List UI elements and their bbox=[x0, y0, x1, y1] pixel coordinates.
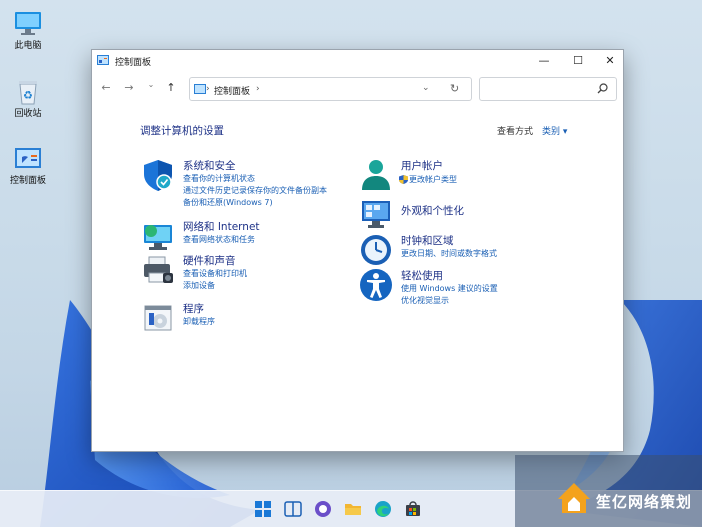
edge-icon[interactable] bbox=[373, 499, 393, 519]
desktop: 此电脑 ♻ 回收站 控制面板 控制面板 — ☐ ✕ ← → ⌄ ↑ › 控制面板… bbox=[0, 0, 702, 527]
category-link[interactable]: 使用 Windows 建议的设置 bbox=[401, 283, 498, 294]
category-link[interactable]: 备份和还原(Windows 7) bbox=[183, 197, 273, 208]
clock-icon bbox=[361, 235, 391, 265]
category-link[interactable]: 优化视觉显示 bbox=[401, 295, 449, 306]
category-user-accounts: 用户帐户 更改帐户类型 bbox=[359, 158, 579, 192]
title-bar[interactable]: 控制面板 — ☐ ✕ bbox=[92, 50, 623, 72]
breadcrumb-control-panel[interactable]: 控制面板 bbox=[214, 84, 250, 97]
desktop-icon-label: 此电脑 bbox=[14, 41, 42, 51]
chat-icon[interactable] bbox=[313, 499, 333, 519]
control-panel-icon bbox=[12, 145, 44, 173]
recent-locations-button[interactable]: ⌄ bbox=[144, 80, 158, 89]
category-link[interactable]: 添加设备 bbox=[183, 280, 215, 291]
back-button[interactable]: ← bbox=[99, 81, 113, 94]
category-link[interactable]: 通过文件历史记录保存你的文件备份副本 bbox=[183, 185, 327, 196]
category-title[interactable]: 外观和个性化 bbox=[401, 203, 464, 218]
control-panel-icon bbox=[97, 55, 109, 65]
programs-icon bbox=[144, 305, 172, 331]
watermark-text: 笙亿网络策划 bbox=[596, 493, 693, 511]
address-bar[interactable]: › 控制面板 › ⌄ ↻ bbox=[189, 77, 472, 101]
address-dropdown-button[interactable]: ⌄ bbox=[422, 83, 430, 93]
search-icon bbox=[597, 83, 608, 94]
category-title[interactable]: 程序 bbox=[183, 301, 204, 316]
search-input[interactable] bbox=[479, 77, 617, 101]
minimize-button[interactable]: — bbox=[528, 50, 560, 72]
control-panel-icon bbox=[194, 84, 206, 94]
svg-text:♻: ♻ bbox=[23, 89, 33, 102]
watermark-logo-icon bbox=[558, 483, 590, 513]
recycle-bin-icon: ♻ bbox=[12, 78, 44, 106]
category-title[interactable]: 系统和安全 bbox=[183, 158, 236, 173]
control-panel-window: 控制面板 — ☐ ✕ ← → ⌄ ↑ › 控制面板 › ⌄ ↻ 调整计算机的设置… bbox=[91, 49, 624, 452]
refresh-button[interactable]: ↻ bbox=[450, 82, 459, 95]
close-button[interactable]: ✕ bbox=[594, 50, 626, 72]
accessibility-icon bbox=[360, 269, 392, 301]
category-link[interactable]: 更改日期、时间或数字格式 bbox=[401, 248, 497, 259]
uac-shield-icon bbox=[399, 175, 408, 184]
store-icon[interactable] bbox=[403, 499, 423, 519]
category-title[interactable]: 轻松使用 bbox=[401, 268, 443, 283]
user-accounts-icon bbox=[362, 160, 390, 190]
desktop-icon-label: 回收站 bbox=[14, 109, 42, 119]
category-system-security: 系统和安全 查看你的计算机状态 通过文件历史记录保存你的文件备份副本 备份和还原… bbox=[141, 158, 361, 210]
category-title[interactable]: 用户帐户 bbox=[401, 158, 443, 173]
category-link[interactable]: 查看网络状态和任务 bbox=[183, 234, 255, 245]
category-link[interactable]: 查看设备和打印机 bbox=[183, 268, 247, 279]
category-link[interactable]: 查看你的计算机状态 bbox=[183, 173, 255, 184]
category-network-internet: 网络和 Internet 查看网络状态和任务 bbox=[141, 219, 361, 250]
desktop-icon-recycle-bin[interactable]: ♻ 回收站 bbox=[5, 78, 51, 120]
category-title[interactable]: 网络和 Internet bbox=[183, 219, 260, 234]
desktop-icon-this-pc[interactable]: 此电脑 bbox=[5, 10, 51, 52]
network-icon bbox=[144, 225, 172, 250]
page-title: 调整计算机的设置 bbox=[140, 125, 224, 137]
view-by-dropdown[interactable]: 类别 ▾ bbox=[542, 124, 567, 137]
up-button[interactable]: ↑ bbox=[164, 81, 178, 94]
navigation-bar: ← → ⌄ ↑ › 控制面板 › ⌄ ↻ bbox=[92, 74, 623, 104]
view-by-label: 查看方式 bbox=[497, 127, 534, 137]
start-icon[interactable] bbox=[253, 499, 273, 519]
file-explorer-icon[interactable] bbox=[343, 499, 363, 519]
category-link[interactable]: 卸载程序 bbox=[183, 316, 215, 327]
window-title: 控制面板 bbox=[115, 58, 152, 68]
category-title[interactable]: 硬件和声音 bbox=[183, 253, 236, 268]
desktop-icon-label: 控制面板 bbox=[9, 176, 46, 186]
category-appearance: 外观和个性化 bbox=[359, 198, 579, 228]
forward-button[interactable]: → bbox=[122, 81, 136, 94]
maximize-button[interactable]: ☐ bbox=[562, 50, 594, 72]
breadcrumb-separator[interactable]: › bbox=[256, 84, 260, 94]
category-clock-region: 时钟和区域 更改日期、时间或数字格式 bbox=[359, 233, 579, 265]
widgets-icon[interactable] bbox=[283, 499, 303, 519]
category-ease-of-access: 轻松使用 使用 Windows 建议的设置 优化视觉显示 bbox=[359, 268, 579, 308]
monitor-icon bbox=[12, 10, 44, 38]
breadcrumb-separator: › bbox=[206, 84, 210, 94]
printer-icon bbox=[144, 256, 173, 283]
appearance-icon bbox=[362, 201, 390, 228]
shield-icon bbox=[144, 160, 172, 191]
category-programs: 程序 卸载程序 bbox=[141, 301, 361, 331]
category-hardware-sound: 硬件和声音 查看设备和打印机 添加设备 bbox=[141, 253, 361, 293]
desktop-icon-control-panel[interactable]: 控制面板 bbox=[5, 145, 51, 187]
category-link[interactable]: 更改帐户类型 bbox=[409, 174, 457, 185]
category-title[interactable]: 时钟和区域 bbox=[401, 233, 454, 248]
